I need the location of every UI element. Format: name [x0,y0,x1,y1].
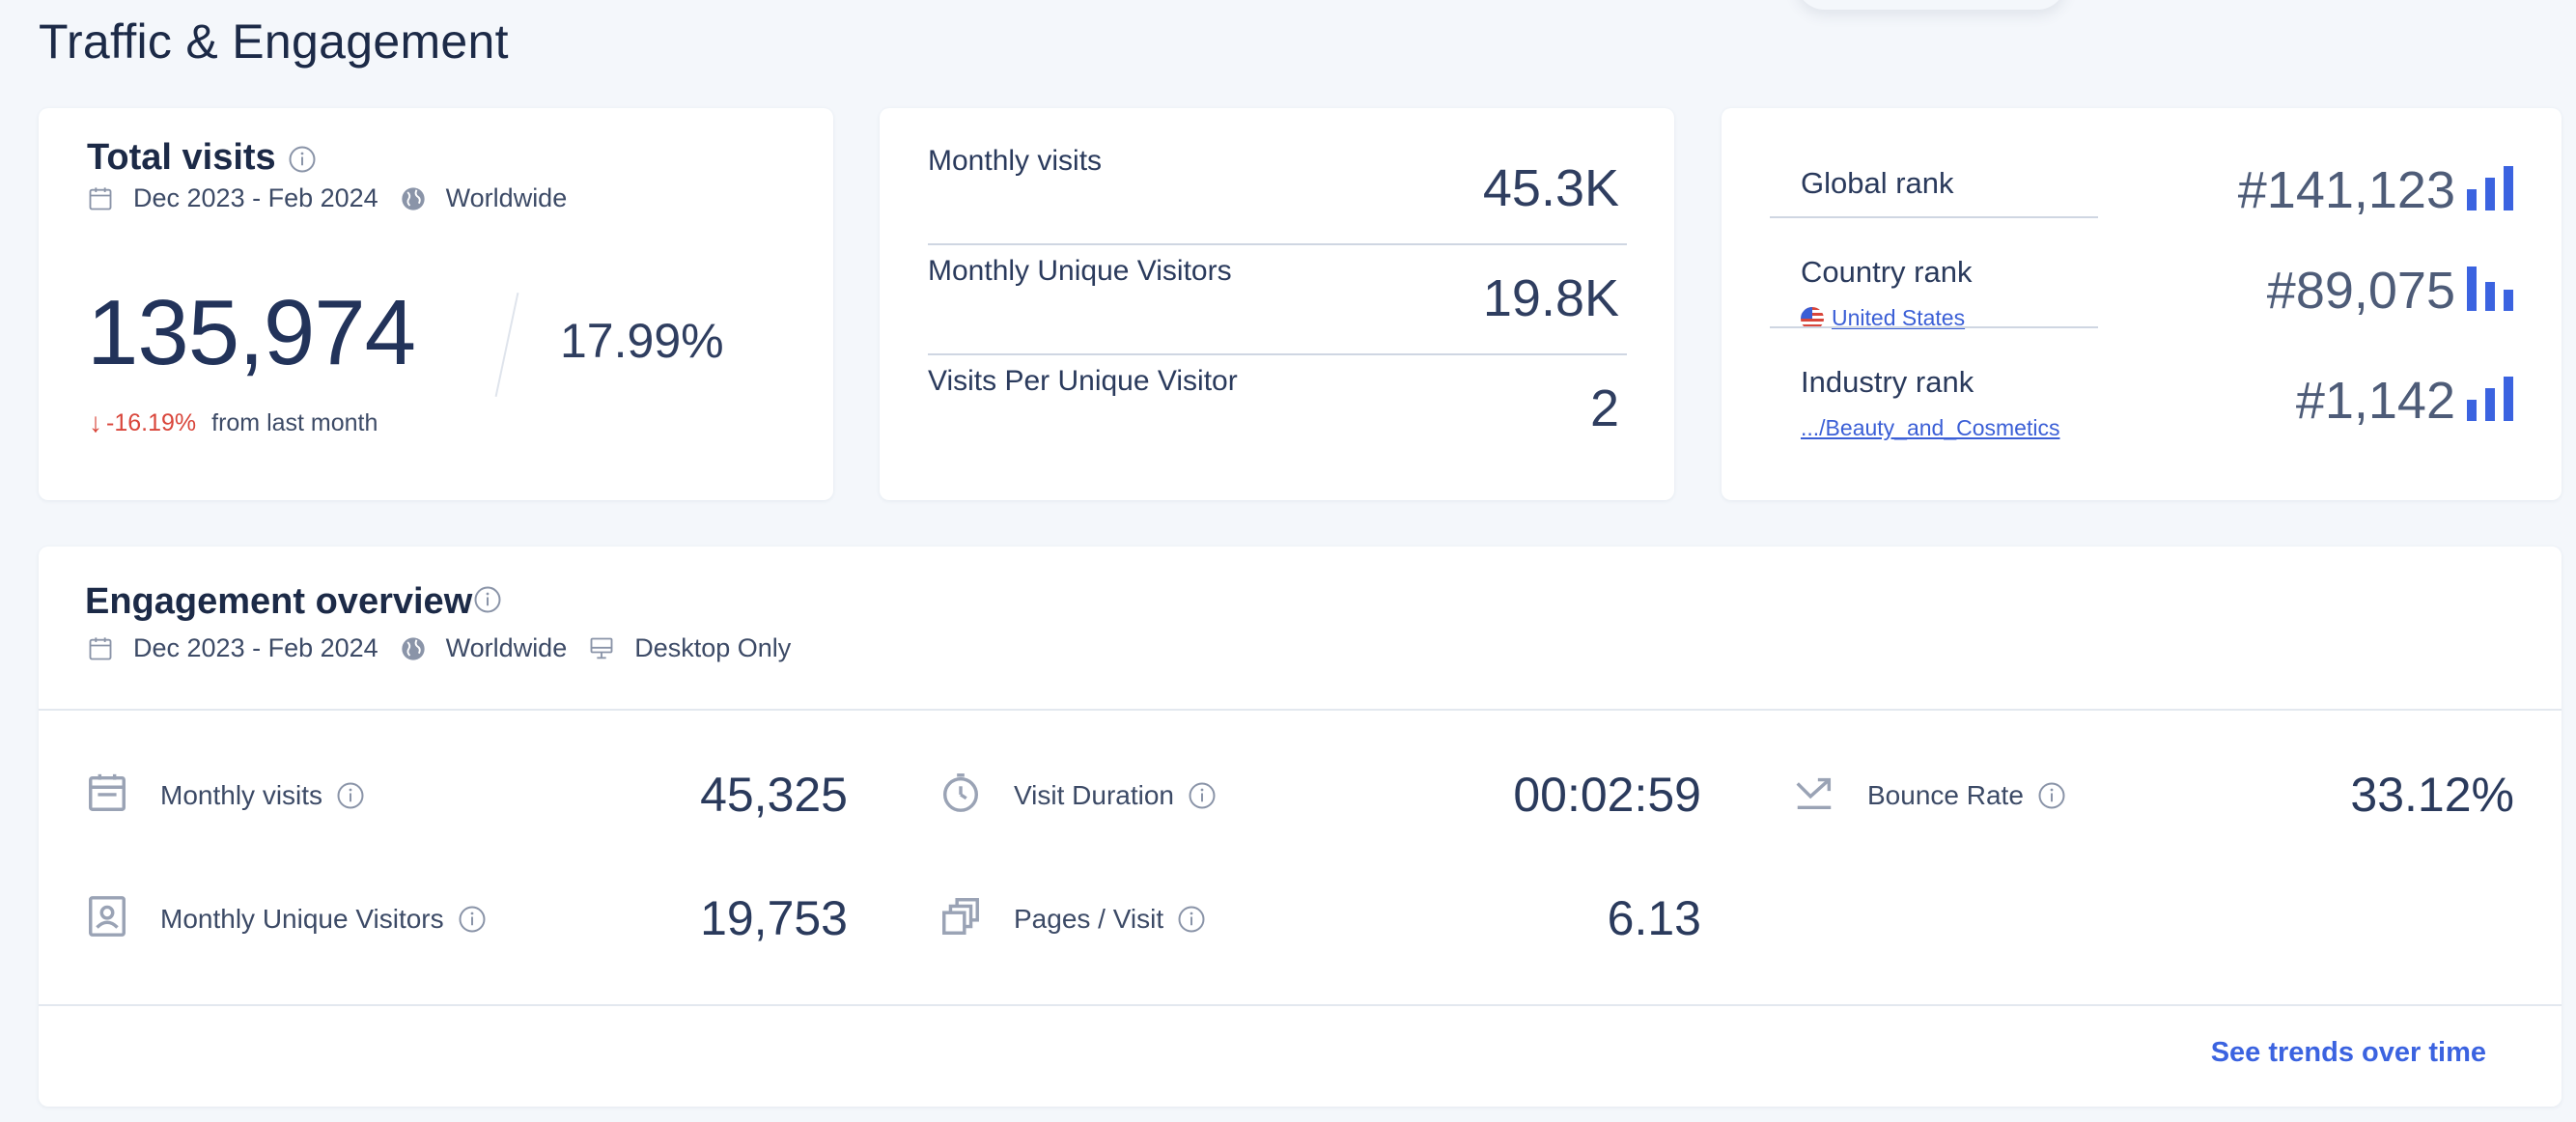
rank-label: Country rank [1801,255,1973,289]
change-value: -16.19% [106,408,197,436]
metric-label-text: Visit Duration [1014,780,1175,810]
region-text: Worldwide [445,183,568,212]
engagement-title: Engagement overview [85,581,473,622]
calendar-icon [85,771,129,815]
see-trends-link[interactable]: See trends over time [2211,1037,2486,1069]
pages-stack-icon [938,894,983,939]
region: Worldwide [400,183,568,213]
metric-label: Monthly Unique Visitors [160,904,487,935]
stat-row-monthly-unique-visitors: Monthly Unique Visitors 19.8K [928,245,1627,355]
metric-label: Pages / Visit [1014,904,1206,935]
page-title: Traffic & Engagement [39,14,509,69]
info-icon[interactable] [288,145,317,174]
globe-icon [400,635,427,662]
info-icon[interactable] [458,905,487,934]
metric-label-text: Monthly visits [160,780,323,810]
info-icon[interactable] [336,781,365,810]
stopwatch-icon [938,771,983,815]
divider [39,1004,2562,1006]
stat-value: 2 [1589,379,1619,437]
stat-value: 19.8K [1482,269,1619,327]
rank-value: #1,142 [2295,372,2455,430]
device-text: Desktop Only [634,633,792,662]
ranks-card: Global rank #141,123 Country rank United… [1722,108,2562,500]
region: Worldwide [400,633,568,663]
info-icon[interactable] [1188,781,1217,810]
metric-pages-per-visit: Pages / Visit 6.13 [938,890,1701,948]
calendar-icon [87,635,114,662]
metric-monthly-unique-visitors: Monthly Unique Visitors 19,753 [85,890,848,948]
metric-value: 45,325 [700,768,848,822]
date-range: Dec 2023 - Feb 2024 [87,183,378,213]
info-icon[interactable] [473,585,502,614]
total-visits-meta: Dec 2023 - Feb 2024 Worldwide [87,183,588,213]
monthly-stats-card: Monthly visits 45.3K Monthly Unique Visi… [880,108,1674,500]
metric-label-text: Bounce Rate [1867,780,2024,810]
calendar-icon [87,185,114,212]
stat-label: Monthly Unique Visitors [928,255,1232,287]
rank-row-global: Global rank #141,123 [1770,108,2513,219]
metric-value: 33.12% [2350,768,2514,822]
rank-value: #89,075 [2266,262,2455,320]
metric-value: 19,753 [700,891,848,945]
region-text: Worldwide [445,633,568,662]
change-indicator: ↓ -16.19% from last month [89,407,378,438]
info-icon[interactable] [1177,905,1206,934]
floating-element-shadow [1796,0,2066,10]
divider [39,709,2562,711]
metric-value: 6.13 [1607,891,1701,945]
rank-bars-icon [2467,164,2513,210]
metric-label: Monthly visits [160,780,365,811]
change-text: from last month [211,408,378,436]
person-badge-icon [85,894,129,939]
stat-value: 45.3K [1482,159,1619,217]
metric-label: Visit Duration [1014,780,1217,811]
rank-row-industry: Industry rank .../Beauty_and_Cosmetics #… [1770,328,2513,441]
total-visits-value: 135,974 [87,281,416,384]
metric-bounce-rate: Bounce Rate 33.12% [1792,767,2514,825]
device: Desktop Only [588,633,791,663]
total-visits-card: Total visits Dec 2023 - Feb 2024 Worldwi… [39,108,833,500]
metric-value: 00:02:59 [1513,768,1701,822]
rank-value: #141,123 [2237,161,2455,219]
date-range-text: Dec 2023 - Feb 2024 [133,633,378,662]
date-range-text: Dec 2023 - Feb 2024 [133,183,378,212]
metric-label: Bounce Rate [1867,780,2066,811]
date-range: Dec 2023 - Feb 2024 [87,633,378,663]
stat-label: Monthly visits [928,145,1103,177]
bounce-arrow-icon [1792,771,1836,815]
divider [494,292,519,398]
stat-label: Visits Per Unique Visitor [928,365,1238,397]
rank-label: Industry rank [1801,365,1974,399]
metric-label-text: Pages / Visit [1014,904,1164,934]
metric-label-text: Monthly Unique Visitors [160,904,444,934]
stat-row-monthly-visits: Monthly visits 45.3K [928,135,1627,245]
metric-visit-duration: Visit Duration 00:02:59 [938,767,1701,825]
engagement-overview-card: Engagement overview Dec 2023 - Feb 2024 … [39,547,2562,1107]
engagement-meta: Dec 2023 - Feb 2024 Worldwide Desktop On… [87,633,812,663]
rank-row-country: Country rank United States #89,075 [1770,218,2513,330]
desktop-icon [588,635,615,662]
industry-link-text: .../Beauty_and_Cosmetics [1801,415,2060,440]
rank-label: Global rank [1801,166,1954,200]
globe-icon [400,185,427,212]
stat-row-visits-per-unique-visitor: Visits Per Unique Visitor 2 [928,355,1627,465]
arrow-down-icon: ↓ [89,407,102,437]
traffic-share-value: 17.99% [560,314,724,368]
industry-link[interactable]: .../Beauty_and_Cosmetics [1801,415,2059,441]
rank-bars-icon [2467,375,2513,421]
metric-monthly-visits: Monthly visits 45,325 [85,767,848,825]
total-visits-title: Total visits [87,137,276,178]
rank-bars-icon [2467,265,2513,311]
info-icon[interactable] [2037,781,2066,810]
